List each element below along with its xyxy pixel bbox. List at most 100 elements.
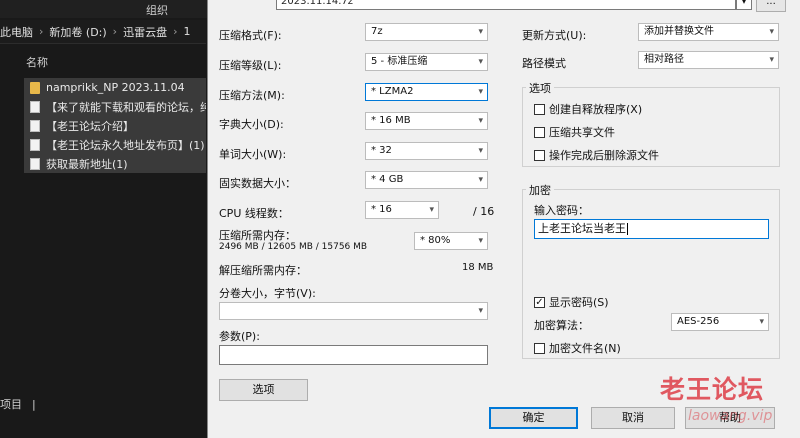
shared-files-checkbox[interactable]: 压缩共享文件 — [534, 124, 615, 140]
method-value: * LZMA2 — [371, 86, 414, 97]
encryption-group-title: 加密 — [526, 182, 554, 198]
password-value: 上老王论坛当老王 — [538, 222, 626, 235]
checkbox-label: 创建自释放程序(X) — [549, 103, 643, 116]
path-mode-label: 路径模式 — [522, 57, 566, 70]
mem-comp-label: 压缩所需内存： — [219, 229, 296, 242]
format-select[interactable]: 7z ▾ — [365, 23, 488, 41]
text-caret — [627, 223, 628, 235]
file-name: namprikk_NP 2023.11.04 — [46, 81, 185, 94]
show-password-checkbox[interactable]: ✓ 显示密码(S) — [534, 294, 609, 310]
document-icon — [30, 157, 40, 170]
threads-value: * 16 — [371, 204, 392, 215]
format-value: 7z — [371, 26, 383, 37]
folder-icon — [30, 81, 40, 94]
list-item[interactable]: 【老王论坛永久地址发布页】(1) — [24, 135, 206, 154]
checkbox-label: 操作完成后删除源文件 — [549, 149, 659, 162]
mem-comp-detail: 2496 MB / 12605 MB / 15756 MB — [219, 242, 368, 252]
file-name: 【来了就能下载和观看的论坛，纯免 — [46, 100, 206, 114]
word-value: * 32 — [371, 145, 392, 156]
chevron-down-icon: ▾ — [478, 236, 483, 246]
chevron-down-icon: ▾ — [478, 175, 483, 185]
checkbox-label: 压缩共享文件 — [549, 126, 615, 139]
chevron-down-icon: ▾ — [478, 116, 483, 126]
list-item[interactable]: 获取最新地址(1) — [24, 154, 206, 173]
encryption-method-label: 加密算法： — [534, 319, 589, 332]
list-item[interactable]: namprikk_NP 2023.11.04 — [24, 78, 206, 97]
status-bar: 项目 | — [0, 396, 36, 412]
browse-button[interactable]: ... — [756, 0, 786, 12]
checkbox-box — [534, 342, 545, 354]
chevron-down-icon: ▾ — [478, 27, 483, 37]
chevron-down-icon: ▾ — [759, 317, 764, 327]
mem-decomp-label: 解压缩所需内存： — [219, 264, 307, 277]
method-label: 压缩方法(M): — [219, 89, 285, 102]
level-value: 5 - 标准压缩 — [371, 56, 428, 67]
watermark-logo: 老王论坛 — [660, 375, 765, 404]
password-input[interactable]: 上老王论坛当老王 — [534, 219, 769, 239]
document-icon — [30, 119, 40, 132]
memory-percent-select[interactable]: * 80% ▾ — [414, 232, 488, 250]
format-label: 压缩格式(F): — [219, 29, 282, 42]
chevron-right-icon: › — [39, 25, 44, 38]
create-sfx-checkbox[interactable]: 创建自释放程序(X) — [534, 101, 642, 117]
memory-percent-value: * 80% — [420, 235, 451, 246]
checkmark-icon: ✓ — [534, 296, 545, 308]
checkbox-label: 加密文件名(N) — [549, 342, 621, 355]
breadcrumb[interactable]: 此电脑 › 新加卷 (D:) › 迅雷云盘 › 1 — [0, 20, 206, 44]
breadcrumb-item-thunder[interactable]: 迅雷云盘 — [123, 24, 167, 40]
threads-label: CPU 线程数： — [219, 207, 289, 220]
list-item[interactable]: 【老王论坛介绍】 — [24, 116, 206, 135]
update-mode-select[interactable]: 添加并替换文件 ▾ — [638, 23, 779, 41]
checkbox-box — [534, 126, 545, 138]
options-group-title: 选项 — [526, 80, 554, 96]
breadcrumb-item-this-pc[interactable]: 此电脑 — [0, 24, 33, 40]
solid-label: 固实数据大小： — [219, 177, 296, 190]
level-select[interactable]: 5 - 标准压缩 ▾ — [365, 53, 488, 71]
split-select[interactable]: ▾ — [219, 302, 488, 320]
encryption-method-value: AES-256 — [677, 316, 720, 327]
word-label: 单词大小(W): — [219, 148, 287, 161]
options-button[interactable]: 选项 — [219, 379, 308, 401]
cancel-button[interactable]: 取消 — [591, 407, 675, 429]
chevron-down-icon: ▾ — [769, 55, 774, 65]
dict-select[interactable]: * 16 MB ▾ — [365, 112, 488, 130]
method-select[interactable]: * LZMA2 ▾ — [365, 83, 488, 101]
column-header-name[interactable]: 名称 — [26, 54, 48, 70]
threads-total: / 16 — [473, 205, 495, 218]
chevron-down-icon: ▾ — [478, 306, 483, 316]
breadcrumb-item-drive[interactable]: 新加卷 (D:) — [49, 24, 106, 40]
chevron-down-icon: ▾ — [478, 87, 483, 97]
encrypt-filenames-checkbox[interactable]: 加密文件名(N) — [534, 340, 621, 356]
delete-after-checkbox[interactable]: 操作完成后删除源文件 — [534, 147, 659, 163]
word-select[interactable]: * 32 ▾ — [365, 142, 488, 160]
dict-value: * 16 MB — [371, 115, 411, 126]
params-input[interactable] — [219, 345, 488, 365]
split-label: 分卷大小，字节(V): — [219, 287, 316, 300]
update-label: 更新方式(U): — [522, 29, 587, 42]
update-mode-value: 添加并替换文件 — [644, 26, 714, 37]
checkbox-box — [534, 149, 545, 161]
document-icon — [30, 138, 40, 151]
list-item[interactable]: 【来了就能下载和观看的论坛，纯免 — [24, 97, 206, 116]
file-name: 【老王论坛介绍】 — [46, 119, 134, 133]
encryption-method-select[interactable]: AES-256 ▾ — [671, 313, 769, 331]
ok-button[interactable]: 确定 — [489, 407, 578, 429]
chevron-down-icon[interactable]: ▾ — [736, 0, 752, 10]
checkbox-label: 显示密码(S) — [549, 296, 609, 309]
dict-label: 字典大小(D): — [219, 118, 284, 131]
file-name: 【老王论坛永久地址发布页】(1) — [46, 138, 205, 152]
chevron-down-icon: ▾ — [478, 146, 483, 156]
params-label: 参数(P): — [219, 330, 260, 343]
organize-menu[interactable]: 组织 — [146, 2, 168, 18]
path-mode-select[interactable]: 相对路径 ▾ — [638, 51, 779, 69]
chevron-right-icon: › — [112, 25, 118, 38]
chevron-right-icon: › — [173, 25, 178, 38]
mem-decomp-value: 18 MB — [462, 262, 494, 273]
solid-select[interactable]: * 4 GB ▾ — [365, 171, 488, 189]
status-separator: | — [32, 398, 36, 411]
watermark-url: laowang.vip — [688, 408, 773, 424]
archive-name-input[interactable]: 2023.11.14.7z — [276, 0, 736, 10]
threads-select[interactable]: * 16 ▾ — [365, 201, 439, 219]
document-icon — [30, 100, 40, 113]
breadcrumb-item-folder[interactable]: 1 — [183, 25, 190, 38]
